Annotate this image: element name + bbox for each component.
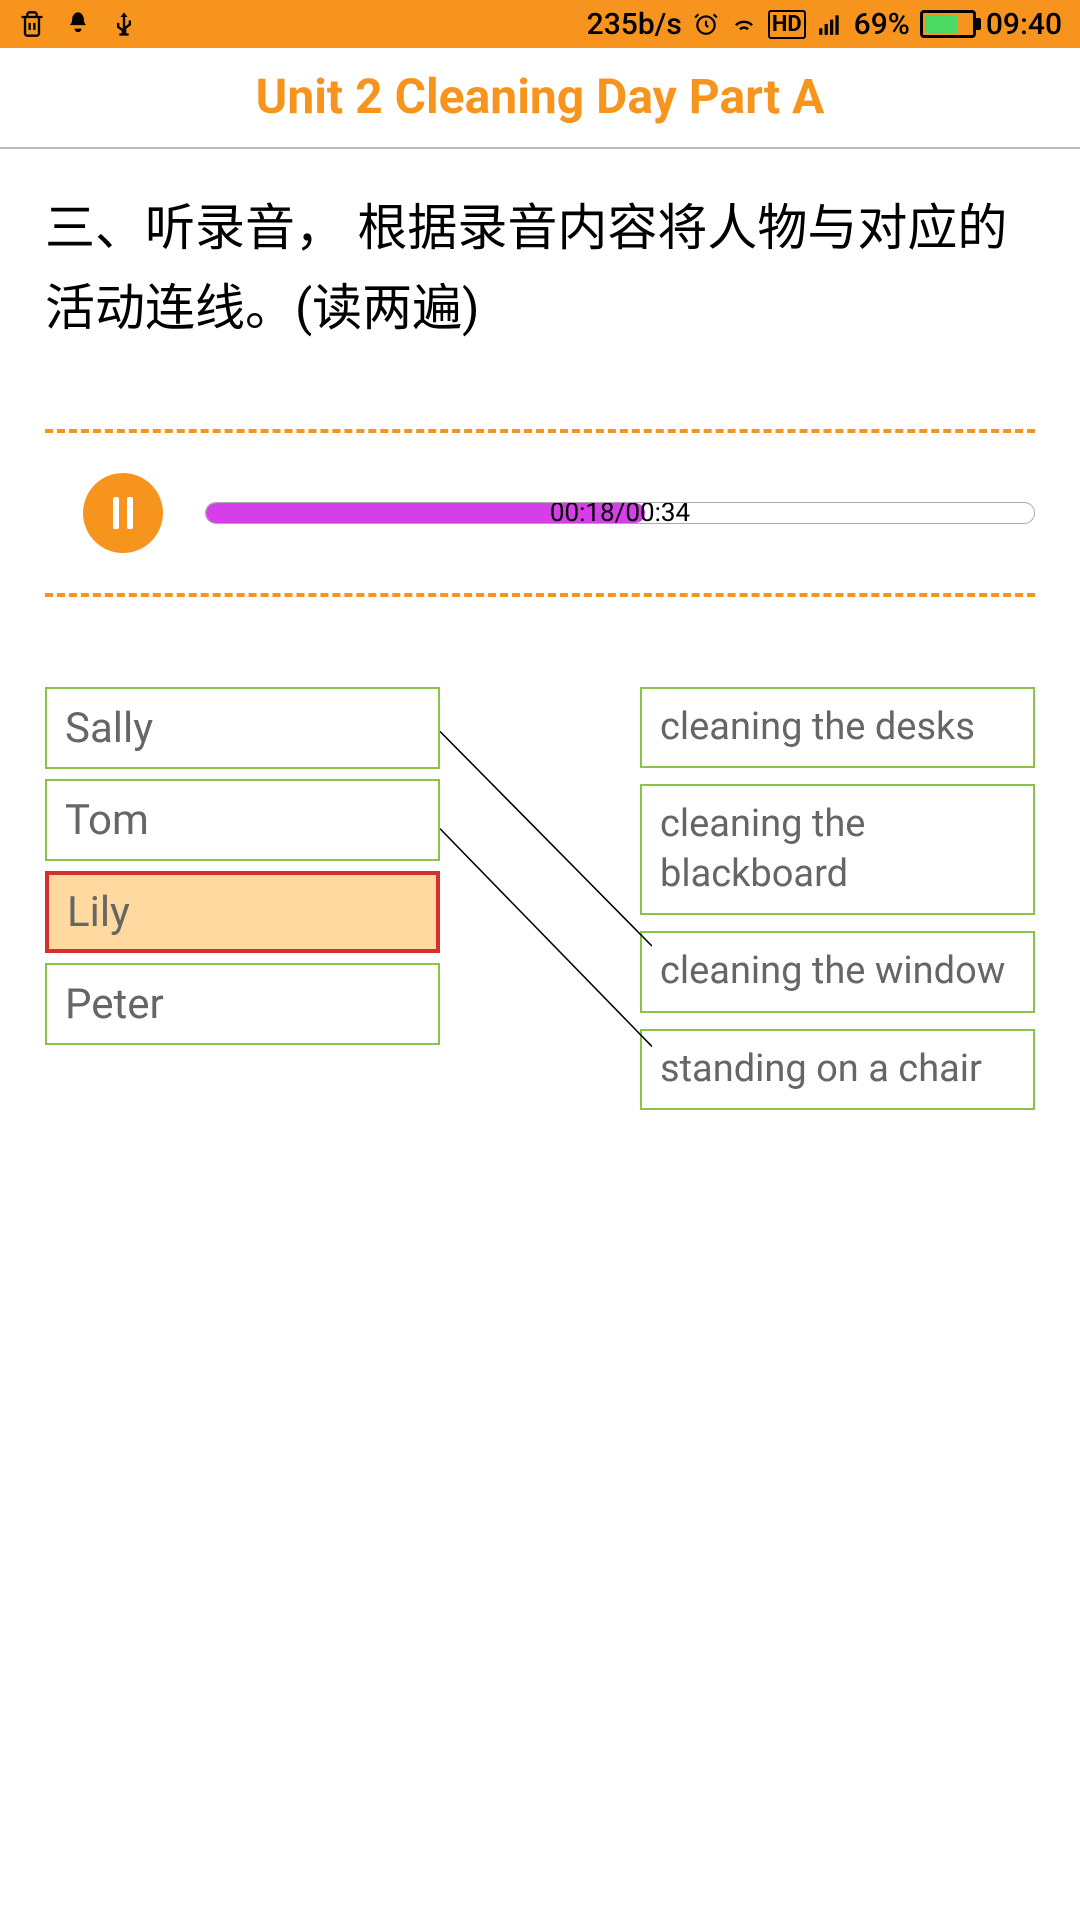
audio-progress-bar[interactable]: 00:18/00:34 <box>205 502 1035 524</box>
activity-blackboard[interactable]: cleaning the blackboard <box>640 784 1035 915</box>
person-tom[interactable]: Tom <box>45 779 440 861</box>
audio-player: 00:18/00:34 <box>45 429 1035 597</box>
person-lily[interactable]: Lily <box>45 871 440 953</box>
activities-column: cleaning the desks cleaning the blackboa… <box>640 687 1035 1110</box>
person-peter[interactable]: Peter <box>45 963 440 1045</box>
instruction-text: 三、听录音， 根据录音内容将人物与对应的活动连线。(读两遍) <box>45 189 1035 349</box>
connection-lines <box>440 687 652 1110</box>
usb-icon <box>110 10 138 38</box>
wifi-icon <box>730 10 758 38</box>
activity-window[interactable]: cleaning the window <box>640 931 1035 1012</box>
hd-icon: HD <box>768 10 806 39</box>
person-sally[interactable]: Sally <box>45 687 440 769</box>
content-area: 三、听录音， 根据录音内容将人物与对应的活动连线。(读两遍) 00:18/00:… <box>0 149 1080 1110</box>
people-column: Sally Tom Lily Peter <box>45 687 440 1110</box>
battery-icon <box>920 10 976 38</box>
clock-time: 09:40 <box>986 7 1062 42</box>
alarm-icon <box>692 10 720 38</box>
activity-chair[interactable]: standing on a chair <box>640 1029 1035 1110</box>
signal-icon <box>816 10 844 38</box>
status-bar: 235b/s HD 69% 09:40 <box>0 0 1080 48</box>
page-title: Unit 2 Cleaning Day Part A <box>0 68 1080 125</box>
notification-icon <box>64 10 92 38</box>
trash-icon <box>18 10 46 38</box>
status-left <box>18 10 138 38</box>
progress-time: 00:18/00:34 <box>550 502 690 524</box>
activity-desks[interactable]: cleaning the desks <box>640 687 1035 768</box>
network-speed: 235b/s <box>587 7 682 42</box>
pause-icon <box>113 497 133 529</box>
battery-percent: 69% <box>854 7 910 42</box>
matching-exercise: Sally Tom Lily Peter cleaning the desks … <box>45 687 1035 1110</box>
status-right: 235b/s HD 69% 09:40 <box>587 7 1062 42</box>
page-header: Unit 2 Cleaning Day Part A <box>0 48 1080 149</box>
pause-button[interactable] <box>83 473 163 553</box>
